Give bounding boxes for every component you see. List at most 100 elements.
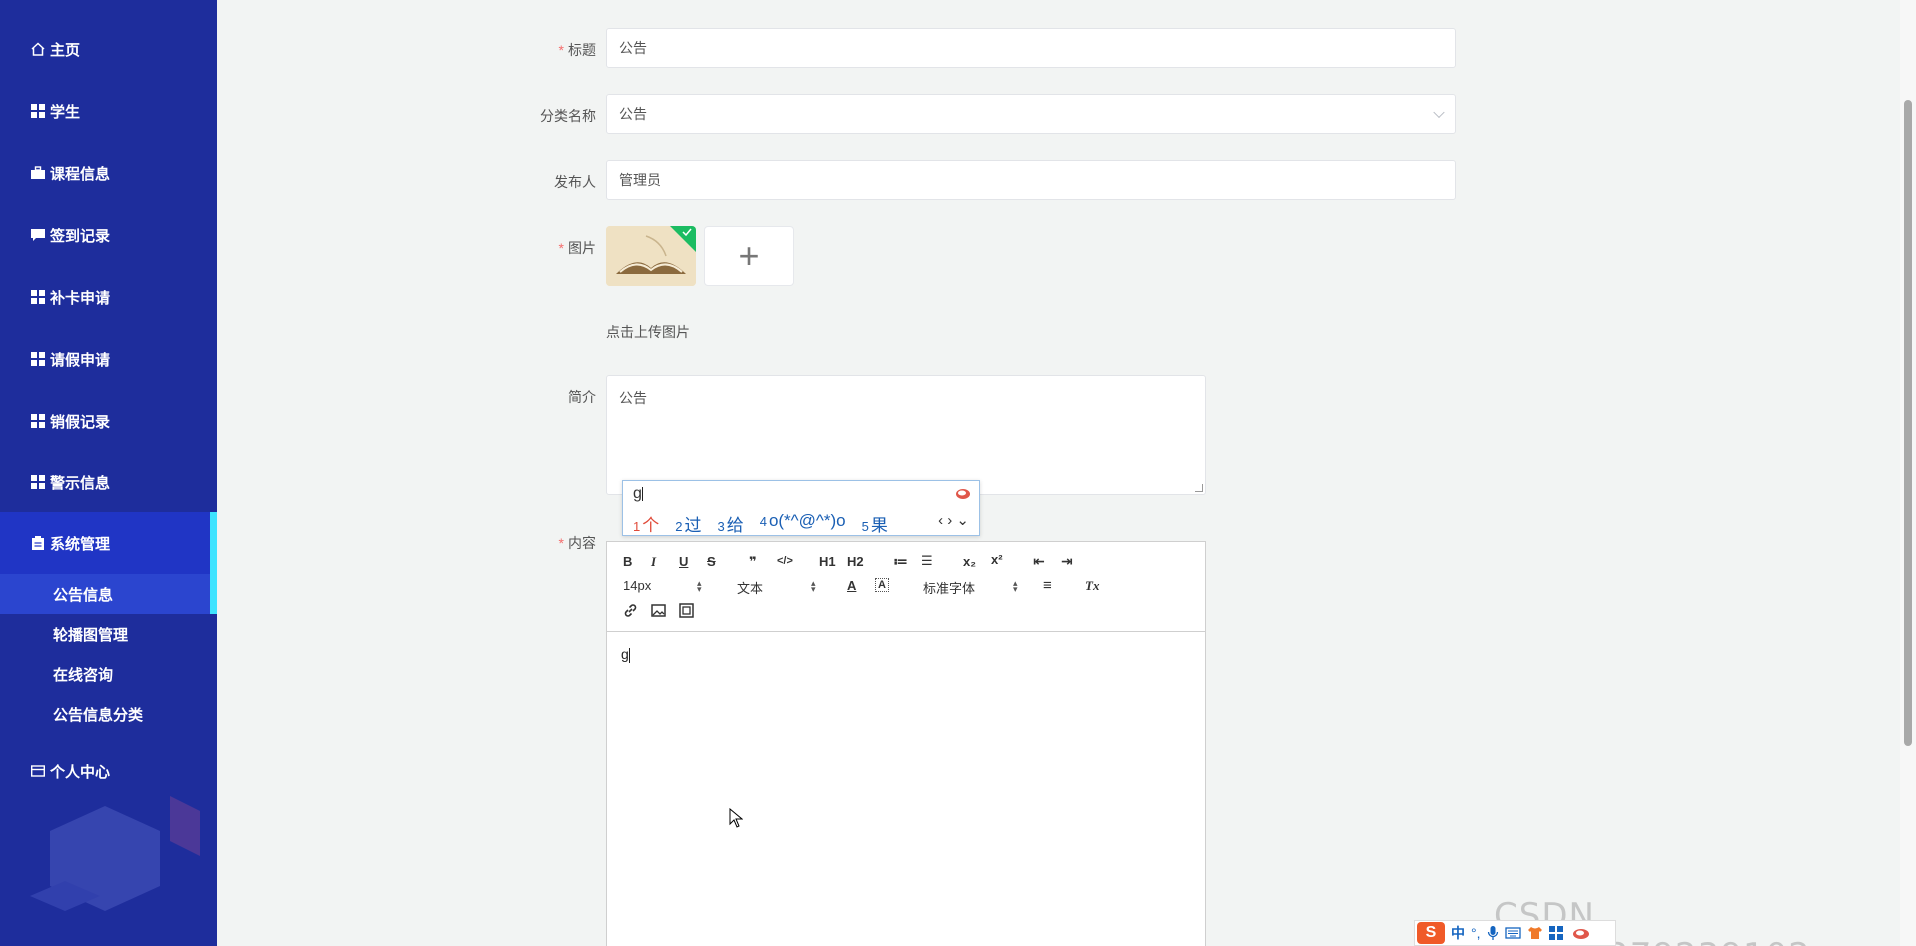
paragraph-value: 文本 xyxy=(737,581,764,596)
decorative-cubes xyxy=(30,796,200,911)
chevron-down-icon xyxy=(1433,106,1445,119)
ime-language-toggle[interactable]: 中 xyxy=(1451,923,1465,943)
sidebar-item-makeup[interactable]: 补卡申请 xyxy=(0,277,217,317)
grid-icon xyxy=(30,351,46,367)
sidebar: 主页 学生 课程信息 签到记录 补卡申请 请假申请 销假记录 警示信息 系统管理… xyxy=(0,0,217,946)
sidebar-subitem-notice[interactable]: 公告信息 xyxy=(0,574,217,614)
sidebar-item-personal[interactable]: 个人中心 xyxy=(0,751,217,791)
sidebar-item-course[interactable]: 课程信息 xyxy=(0,153,217,193)
updown-icon: ▴ ▾ xyxy=(1013,578,1018,594)
bullet-list-button[interactable]: ☰ xyxy=(921,553,933,569)
strike-button[interactable]: S xyxy=(707,554,716,569)
text-caret xyxy=(628,647,630,663)
candidate-number: 4 xyxy=(759,514,767,529)
publisher-input[interactable]: 管理员 xyxy=(606,160,1456,200)
skin-shirt-icon[interactable] xyxy=(1527,925,1543,941)
sidebar-item-label: 签到记录 xyxy=(50,227,111,245)
bold-button[interactable]: B xyxy=(623,554,632,569)
uploaded-image-thumbnail[interactable] xyxy=(606,226,696,286)
outdent-button[interactable]: ⇤ xyxy=(1033,553,1045,570)
code-button[interactable]: </> xyxy=(777,555,793,567)
link-button[interactable] xyxy=(623,603,638,621)
card-icon xyxy=(30,763,46,779)
font-size-select[interactable]: 14px ▴ ▾ xyxy=(623,578,707,594)
sidebar-subitem-carousel[interactable]: 轮播图管理 xyxy=(0,614,217,654)
grid-icon xyxy=(30,289,46,305)
underline-button[interactable]: U xyxy=(679,554,688,569)
sidebar-item-student[interactable]: 学生 xyxy=(0,91,217,131)
sidebar-subitem-consult[interactable]: 在线咨询 xyxy=(0,654,217,694)
publisher-label: 发布人 xyxy=(446,172,596,192)
indent-button[interactable]: ⇥ xyxy=(1061,553,1073,570)
sidebar-subitem-label: 公告信息 xyxy=(53,586,114,604)
ime-candidates: 1个 2过 3给 4 o(*^@^*)o 5果 xyxy=(633,511,888,536)
summary-textarea[interactable]: 公告 xyxy=(606,375,1206,495)
ime-candidate[interactable]: 5果 xyxy=(862,511,888,536)
sidebar-item-label: 请假申请 xyxy=(50,351,111,369)
video-icon xyxy=(679,603,694,618)
keyboard-icon[interactable] xyxy=(1504,926,1521,940)
ime-candidate-popup: g 1个 2过 3给 4 o(*^@^*)o 5果 ‹ › ⌄ xyxy=(622,480,980,536)
ordered-list-button[interactable]: ≔ xyxy=(893,553,908,570)
italic-button[interactable]: I xyxy=(651,554,656,570)
sidebar-item-home[interactable]: 主页 xyxy=(0,29,217,69)
ime-candidate[interactable]: 1个 xyxy=(633,511,659,536)
label-text: 内容 xyxy=(568,535,596,551)
title-input[interactable]: 公告 xyxy=(606,28,1456,68)
editor-toolbar: B I U S ❞ </> H1 H2 ≔ ☰ x₂ x² ⇤ ⇥ 14px ▴… xyxy=(607,542,1205,632)
candidate-number: 5 xyxy=(861,519,869,534)
font-family-select[interactable]: 标准字体 ▴ ▾ xyxy=(923,578,1023,597)
editor-content[interactable]: g xyxy=(607,632,1205,677)
category-label: 分类名称 xyxy=(446,106,596,126)
ime-punct-toggle[interactable]: °, xyxy=(1471,925,1481,941)
upload-image-button[interactable]: + xyxy=(704,226,794,286)
sidebar-subitem-label: 轮播图管理 xyxy=(53,626,129,644)
clear-format-button[interactable]: Tx xyxy=(1085,578,1099,594)
label-text: 发布人 xyxy=(554,174,596,190)
ime-mascot-icon[interactable] xyxy=(1569,925,1591,941)
sidebar-item-label: 个人中心 xyxy=(50,763,111,781)
ime-skin-icon xyxy=(956,489,970,499)
candidate-text: 果 xyxy=(870,516,888,535)
microphone-icon[interactable] xyxy=(1487,925,1499,941)
subscript-button[interactable]: x₂ xyxy=(963,554,976,569)
page-scrollbar[interactable] xyxy=(1900,0,1916,946)
superscript-button[interactable]: x² xyxy=(991,552,1003,567)
video-button[interactable] xyxy=(679,603,694,621)
toolbox-icon[interactable] xyxy=(1548,926,1563,940)
sidebar-item-warning[interactable]: 警示信息 xyxy=(0,462,217,502)
publisher-value: 管理员 xyxy=(619,172,661,188)
background-color-button[interactable]: A xyxy=(875,578,889,592)
text-color-button[interactable]: A xyxy=(847,578,856,593)
category-select[interactable]: 公告 xyxy=(606,94,1456,134)
sidebar-item-label: 系统管理 xyxy=(50,535,111,553)
editor-text: g xyxy=(621,646,629,662)
sidebar-item-leave[interactable]: 请假申请 xyxy=(0,339,217,379)
candidate-number: 2 xyxy=(675,519,683,534)
sidebar-item-cancel-leave[interactable]: 销假记录 xyxy=(0,401,217,441)
ime-candidate[interactable]: 4 o(*^@^*)o xyxy=(760,511,846,536)
sidebar-item-checkin[interactable]: 签到记录 xyxy=(0,215,217,255)
blockquote-button[interactable]: ❞ xyxy=(749,554,757,570)
rich-text-editor[interactable]: B I U S ❞ </> H1 H2 ≔ ☰ x₂ x² ⇤ ⇥ 14px ▴… xyxy=(606,541,1206,946)
paragraph-select[interactable]: 文本 ▴ ▾ xyxy=(737,578,821,597)
ime-candidate[interactable]: 3给 xyxy=(717,511,743,536)
home-icon xyxy=(30,41,46,57)
sidebar-subitem-notice-category[interactable]: 公告信息分类 xyxy=(0,694,217,734)
h1-button[interactable]: H1 xyxy=(819,554,836,569)
category-value: 公告 xyxy=(619,106,647,122)
image-button[interactable] xyxy=(651,603,666,621)
grid-icon xyxy=(30,413,46,429)
font-size-value: 14px xyxy=(623,578,652,593)
candidate-number: 1 xyxy=(633,519,641,534)
sidebar-item-system[interactable]: 系统管理 xyxy=(0,512,217,574)
sidebar-item-label: 补卡申请 xyxy=(50,289,111,307)
ime-page-nav[interactable]: ‹ › ⌄ xyxy=(938,511,969,529)
scrollbar-thumb[interactable] xyxy=(1904,100,1912,746)
ime-candidate[interactable]: 2过 xyxy=(675,511,701,536)
resize-handle[interactable] xyxy=(1195,484,1203,492)
sogou-logo-icon[interactable]: S xyxy=(1417,922,1445,944)
h2-button[interactable]: H2 xyxy=(847,554,864,569)
ime-composition: g xyxy=(633,485,643,503)
align-button[interactable]: ≡ xyxy=(1043,577,1052,594)
